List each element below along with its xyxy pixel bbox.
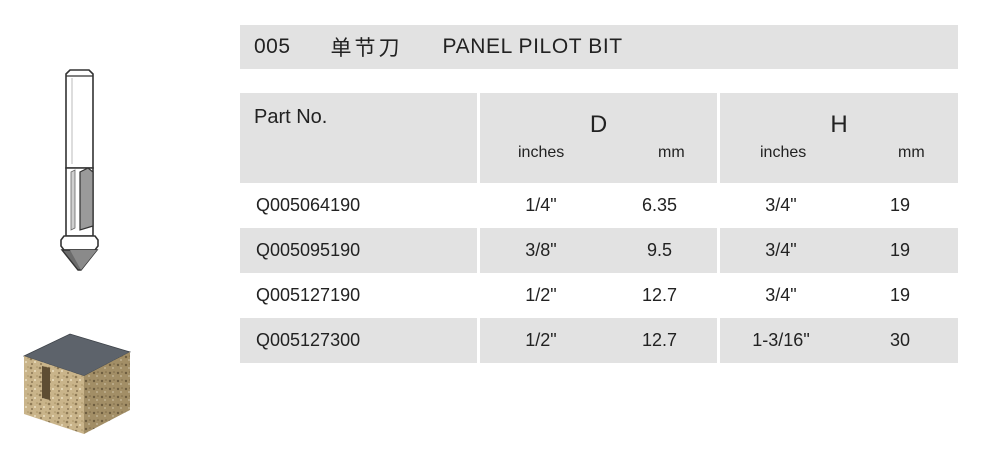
table-row: Q005127300 1/2" 12.7 1-3/16" 30	[240, 318, 958, 363]
part-no-header: Part No.	[240, 93, 477, 183]
part-number-cell: Q005095190	[240, 228, 477, 273]
d-label: D	[589, 111, 608, 138]
h-mm-cell: 30	[842, 318, 958, 363]
spec-table: Part No. D inches mm H inches mm Q005064…	[240, 93, 958, 363]
product-name-en: PANEL PILOT BIT	[442, 35, 623, 58]
d-inches-cell: 1/2"	[477, 273, 602, 318]
d-inches-cell: 3/8"	[477, 228, 602, 273]
h-inches-cell: 1-3/16"	[717, 318, 842, 363]
d-header: D inches mm	[477, 93, 717, 183]
d-mm-cell: 9.5	[602, 228, 717, 273]
part-no-label: Part No.	[254, 106, 328, 128]
d-inches-cell: 1/4"	[477, 183, 602, 228]
product-name-cn: 单节刀	[330, 37, 403, 60]
d-mm-cell: 6.35	[641, 195, 678, 215]
d-inches-label: inches	[518, 144, 565, 161]
d-inches-cell: 1/2"	[477, 318, 602, 363]
h-inches-cell: 3/4"	[717, 228, 842, 273]
table-header-row: Part No. D inches mm H inches mm	[240, 93, 958, 183]
part-number-cell: Q005127300	[240, 318, 477, 363]
h-label: H	[830, 111, 848, 138]
d-mm-label: mm	[658, 144, 685, 161]
h-mm-cell: 19	[842, 228, 958, 273]
panel-sample-illustration	[22, 333, 132, 434]
table-row: Q005127190 1/2" 12.7 3/4" 19	[240, 273, 958, 318]
h-mm-cell: 19	[889, 195, 911, 215]
part-number-cell: Q005064190	[256, 195, 361, 215]
product-code: 005	[254, 35, 291, 58]
table-row: Q005064190 1/4" 6.35 3/4" 19	[240, 183, 958, 228]
h-header: H inches mm	[717, 93, 958, 183]
router-bit-illustration	[60, 69, 99, 271]
part-number-cell: Q005127190	[256, 285, 361, 305]
h-inches-cell: 3/4"	[717, 273, 842, 318]
h-mm-label: mm	[898, 144, 925, 161]
d-mm-cell: 12.7	[641, 285, 678, 305]
h-mm-cell: 19	[889, 285, 911, 305]
table-row: Q005095190 3/8" 9.5 3/4" 19	[240, 228, 958, 273]
product-title-bar: 005 单节刀 PANEL PILOT BIT	[240, 25, 958, 69]
d-mm-cell: 12.7	[602, 318, 717, 363]
h-inches-cell: 3/4"	[717, 183, 842, 228]
h-inches-label: inches	[760, 144, 807, 161]
